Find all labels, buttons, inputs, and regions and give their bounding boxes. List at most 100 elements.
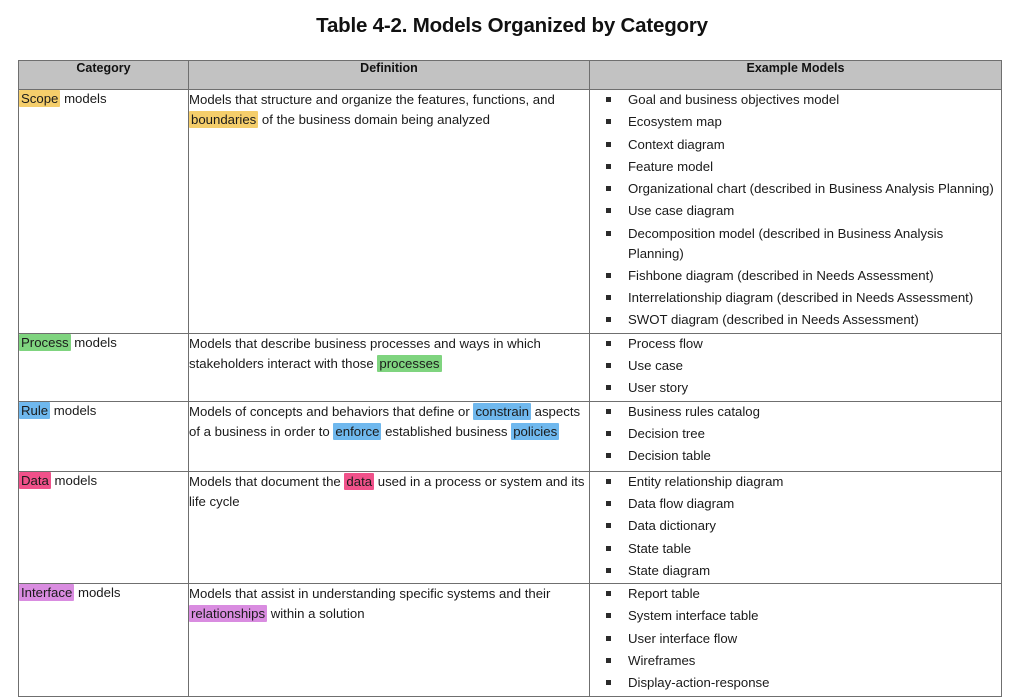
example-model-label: Data dictionary: [628, 518, 716, 534]
example-model-label: Wireframes: [628, 653, 696, 669]
example-model-label: Business rules catalog: [628, 403, 760, 419]
square-bullet-icon: [606, 340, 611, 346]
cell-examples-process: Process flow Use case User story: [589, 332, 1002, 402]
example-model-label: Display-action-response: [628, 675, 770, 691]
list-item: Use case: [606, 356, 1001, 376]
definition-text: of the business domain being analyzed: [258, 112, 490, 128]
list-item: Decision tree: [606, 424, 1001, 444]
list-item: Decision table: [606, 446, 1001, 466]
example-model-label: SWOT diagram (described in Needs Assessm…: [628, 312, 919, 328]
list-item: User interface flow: [606, 629, 1001, 649]
square-bullet-icon: [606, 635, 611, 641]
list-item: Business rules catalog: [606, 402, 1001, 422]
example-model-label: State diagram: [628, 562, 711, 578]
cell-examples-rule: Business rules catalog Decision tree Decis…: [589, 400, 1002, 472]
example-models-list: Goal and business objectives model Ecosys…: [590, 90, 1001, 330]
definition-text: Models that document the: [189, 473, 345, 489]
cell-examples-scope: Goal and business objectives model Ecosys…: [589, 89, 1002, 334]
square-bullet-icon: [606, 453, 611, 459]
list-item: Entity relationship diagram: [606, 472, 1001, 492]
list-item: Goal and business objectives model: [606, 90, 1001, 110]
category-highlight-process: Process: [19, 333, 71, 351]
category-highlight-interface: Interface: [19, 584, 75, 602]
definition-highlight: data: [344, 472, 375, 490]
example-model-label: Report table: [628, 586, 700, 602]
square-bullet-icon: [606, 295, 611, 301]
table-row: Process models Models that describe busin…: [18, 332, 1002, 402]
cell-examples-interface: Report table System interface table User i…: [589, 583, 1002, 697]
table-row: Scope models Models that structure and or…: [18, 89, 1002, 334]
list-item: Data flow diagram: [606, 494, 1001, 514]
example-model-label: Feature model: [628, 158, 714, 174]
models-table: Category Definition Example Models Scope…: [18, 60, 1002, 697]
cell-category-interface: Interface models: [18, 583, 189, 697]
example-model-label: Use case diagram: [628, 203, 735, 219]
list-item: Data dictionary: [606, 516, 1001, 536]
list-item: Wireframes: [606, 651, 1001, 671]
example-model-label: Fishbone diagram (described in Needs Ass…: [628, 267, 934, 283]
example-model-label: User interface flow: [628, 630, 738, 646]
example-model-label: Entity relationship diagram: [628, 473, 784, 489]
table-row: Rule models Models of concepts and behavi…: [18, 400, 1002, 472]
definition-highlight: enforce: [333, 422, 382, 440]
example-models-list: Process flow Use case User story: [590, 334, 1001, 398]
category-highlight-rule: Rule: [19, 401, 51, 419]
square-bullet-icon: [606, 317, 611, 323]
square-bullet-icon: [606, 500, 611, 506]
page-root: Table 4-2. Models Organized by Category …: [0, 0, 1024, 697]
example-model-label: Interrelationship diagram (described in …: [628, 290, 974, 306]
list-item: Process flow: [606, 334, 1001, 354]
example-model-label: Decision tree: [628, 425, 705, 441]
definition-highlight: policies: [511, 422, 560, 440]
example-models-list: Entity relationship diagram Data flow dia…: [590, 472, 1001, 581]
example-model-label: State table: [628, 540, 692, 556]
category-label-rest: models: [70, 334, 117, 350]
column-header-example-models: Example Models: [589, 60, 1002, 90]
category-label-rest: models: [60, 91, 107, 106]
table-body: Scope models Models that structure and or…: [18, 89, 1002, 697]
cell-definition-scope: Models that structure and organize the f…: [188, 89, 590, 334]
example-model-label: Context diagram: [628, 136, 725, 152]
definition-text: Models of concepts and behaviors that de…: [189, 403, 474, 419]
example-model-label: System interface table: [628, 608, 759, 624]
square-bullet-icon: [606, 230, 611, 236]
example-model-label: Process flow: [628, 335, 703, 351]
category-highlight-scope: Scope: [19, 90, 61, 107]
square-bullet-icon: [606, 613, 611, 619]
list-item: Context diagram: [606, 135, 1001, 155]
column-header-definition: Definition: [188, 60, 590, 90]
table-header-row: Category Definition Example Models: [18, 60, 1002, 90]
list-item: Feature model: [606, 157, 1001, 177]
square-bullet-icon: [606, 141, 611, 147]
definition-highlight: relationships: [189, 605, 268, 623]
definition-text: within a solution: [267, 606, 365, 622]
example-model-label: Decision table: [628, 448, 711, 464]
list-item: Decomposition model (described in Busine…: [606, 224, 1001, 264]
category-highlight-data: Data: [19, 471, 51, 489]
table-header: Category Definition Example Models: [18, 60, 1002, 90]
square-bullet-icon: [606, 385, 611, 391]
square-bullet-icon: [606, 430, 611, 436]
example-model-label: Use case: [628, 358, 683, 374]
table-row: Interface models Models that assist in un…: [18, 583, 1002, 697]
list-item: System interface table: [606, 606, 1001, 626]
example-model-label: Ecosystem map: [628, 114, 722, 130]
square-bullet-icon: [606, 591, 611, 597]
example-model-label: Data flow diagram: [628, 495, 735, 511]
example-model-label: Decomposition model (described in Busine…: [628, 225, 944, 261]
square-bullet-icon: [606, 272, 611, 278]
list-item: User story: [606, 378, 1001, 398]
page-title: Table 4-2. Models Organized by Category: [316, 14, 708, 37]
list-item: Interrelationship diagram (described in …: [606, 288, 1001, 308]
square-bullet-icon: [606, 680, 611, 686]
cell-category-data: Data models: [18, 470, 189, 585]
list-item: Ecosystem map: [606, 112, 1001, 132]
definition-highlight: processes: [377, 354, 442, 372]
list-item: Display-action-response: [606, 673, 1001, 693]
list-item: SWOT diagram (described in Needs Assessm…: [606, 310, 1001, 330]
definition-text: Models that assist in understanding spec…: [189, 586, 551, 602]
column-header-category: Category: [18, 60, 189, 90]
square-bullet-icon: [606, 208, 611, 214]
definition-highlight: constrain: [473, 402, 531, 420]
category-label-rest: models: [50, 402, 97, 418]
